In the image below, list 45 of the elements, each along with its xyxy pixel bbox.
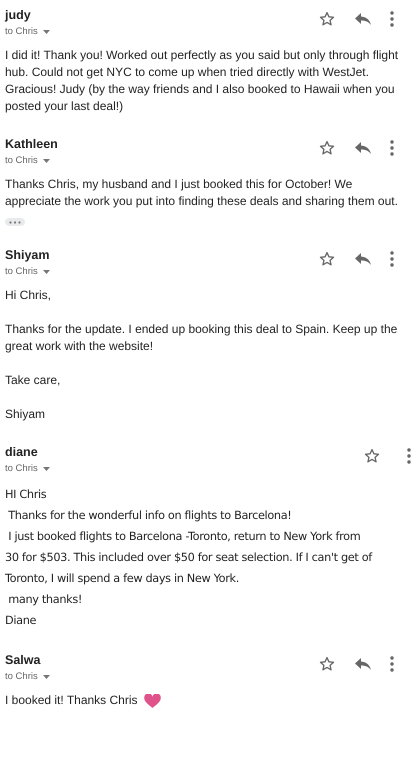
more-icon[interactable]: [390, 11, 394, 27]
reply-icon[interactable]: [354, 657, 372, 671]
star-icon[interactable]: [363, 447, 381, 465]
message-text: Toronto, I will spend a few days in New York.: [5, 571, 240, 587]
sender-name: Shiyam: [5, 248, 50, 262]
reply-icon[interactable]: [354, 252, 372, 266]
star-icon[interactable]: [318, 655, 336, 673]
caret-icon[interactable]: [42, 674, 50, 678]
caret-icon[interactable]: [42, 270, 50, 274]
sender-name: diane: [5, 445, 39, 459]
message-text: Diane: [5, 613, 38, 629]
sender-name: Kathleen: [5, 137, 58, 151]
message-text: I did it! Thank you! Worked out perfectly as you said but only through flight hub. Could not get NYC to come up when tried directly with WestJet. Gracious! Judy (by the way friends and I also booked to Hawaii when you posted your last deal!): [5, 47, 400, 115]
trimmed-content-button[interactable]: [5, 218, 25, 226]
star-icon[interactable]: [318, 250, 336, 268]
message-text: Thanks for the update. I ended up booking this deal to Spain. Keep up the great work with the website!: [5, 321, 398, 355]
sender-name: Salwa: [5, 653, 42, 667]
ellipsis-icon: [9, 221, 21, 224]
message-text: Hi Chris,: [5, 287, 52, 304]
star-icon[interactable]: [318, 139, 336, 157]
recipient-label: to Chris: [5, 463, 38, 474]
message-text: Shiyam: [5, 406, 46, 423]
recipient-label: to Chris: [5, 26, 38, 37]
caret-icon[interactable]: [42, 30, 50, 34]
recipient-label: to Chris: [5, 266, 38, 277]
message-text: Thanks Chris, my husband and I just booked this for October! We appreciate the work you put into finding these deals and sharing them out.: [5, 176, 399, 210]
message-text: 30 for $503. This included over $50 for seat selection. If I can't get of: [5, 550, 372, 566]
reply-icon[interactable]: [354, 12, 372, 26]
message-text: many thanks!: [7, 592, 84, 608]
caret-icon[interactable]: [42, 158, 50, 162]
recipient-label: to Chris: [5, 155, 38, 166]
message-text: Thanks for the wonderful info on flights to Barcelona!: [7, 508, 292, 524]
message-text: Take care,: [5, 372, 62, 389]
sender-name: judy: [5, 8, 32, 22]
caret-icon[interactable]: [42, 466, 50, 470]
more-icon[interactable]: [407, 448, 411, 464]
recipient-label: to Chris: [5, 671, 38, 682]
more-icon[interactable]: [390, 140, 394, 156]
reply-icon[interactable]: [354, 141, 372, 155]
more-icon[interactable]: [390, 251, 394, 267]
message-text: HI Chris: [5, 487, 48, 503]
message-text: I just booked flights to Barcelona -Toronto, return to New York from: [7, 529, 362, 545]
more-icon[interactable]: [390, 656, 394, 672]
message-text: I booked it! Thanks Chris: [5, 692, 138, 709]
star-icon[interactable]: [318, 10, 336, 28]
